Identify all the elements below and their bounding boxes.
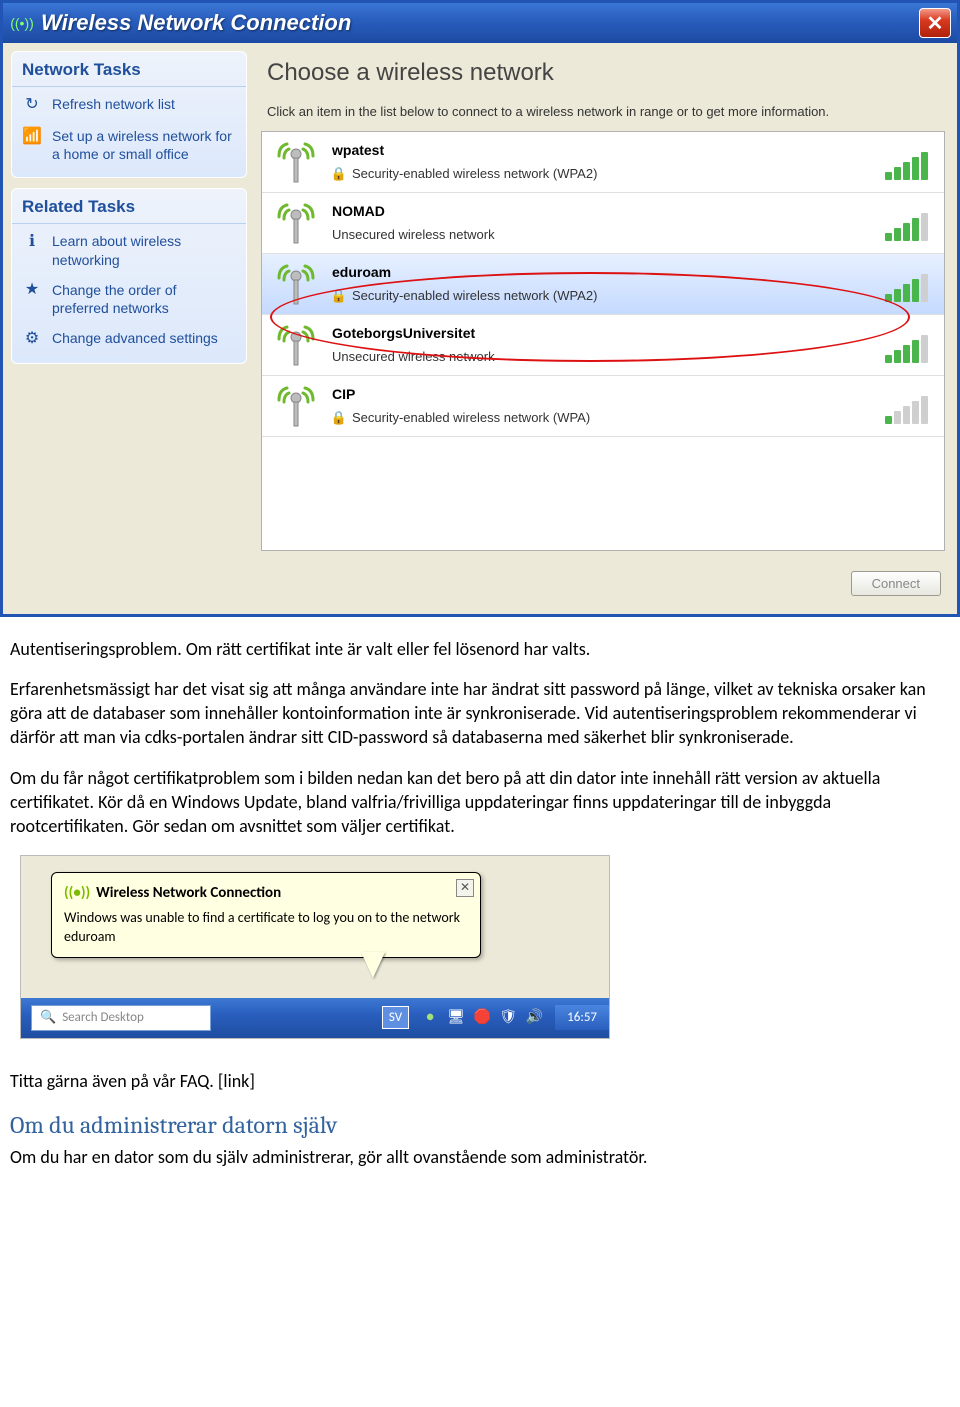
network-security: 🔒Security-enabled wireless network (WPA2… [332, 166, 866, 181]
instructions: Click an item in the list below to conne… [267, 103, 945, 121]
network-name: wpatest [332, 142, 866, 158]
related-task-2-label: Change advanced settings [52, 329, 218, 347]
network-row-wpatest[interactable]: wpatest 🔒Security-enabled wireless networ… [262, 132, 944, 193]
balloon-screenshot: ✕ ((•)) Wireless Network Connection Wind… [20, 855, 610, 1039]
network-task-0-label: Refresh network list [52, 95, 175, 113]
antenna-icon [270, 138, 322, 186]
related-task-1[interactable]: ★ Change the order of preferred networks [12, 273, 246, 321]
network-name: NOMAD [332, 203, 866, 219]
balloon-tooltip: ✕ ((•)) Wireless Network Connection Wind… [51, 872, 481, 958]
system-tray: ● 🖥 🛑 🛡 🔊 [409, 1009, 555, 1027]
antenna-icon [270, 382, 322, 430]
related-task-2[interactable]: ⚙ Change advanced settings [12, 321, 246, 353]
signal-strength-icon [876, 321, 936, 369]
network-tasks-panel: Network Tasks ↻ Refresh network list 📶 Set … [11, 51, 247, 178]
volume-tray-icon[interactable]: 🔊 [525, 1009, 543, 1027]
balloon-tail [361, 952, 385, 978]
close-button[interactable]: ✕ [919, 8, 951, 38]
network-name: GoteborgsUniversitet [332, 325, 866, 341]
network-row-cip[interactable]: CIP 🔒Security-enabled wireless network (W… [262, 376, 944, 437]
paragraph-admin: Om du har en dator som du själv administ… [10, 1145, 950, 1169]
network-security: Unsecured wireless network [332, 227, 866, 242]
network-name: eduroam [332, 264, 866, 280]
antenna-icon [270, 260, 322, 308]
network-tasks-header: Network Tasks [12, 52, 246, 87]
main-title: Choose a wireless network [267, 59, 945, 87]
shield-tray-icon[interactable]: 🛡 [499, 1009, 517, 1027]
wireless-window: ((•)) Wireless Network Connection ✕ Netw… [0, 0, 960, 617]
lock-icon: 🔒 [332, 167, 346, 181]
related-task-1-icon: ★ [22, 281, 42, 301]
balloon-text: Windows was unable to find a certificate… [64, 909, 468, 947]
signal-strength-icon [876, 382, 936, 430]
related-task-0-label: Learn about wireless networking [52, 232, 236, 268]
connect-button[interactable]: Connect [851, 571, 941, 596]
network-name: CIP [332, 386, 866, 402]
related-tasks-header: Related Tasks [12, 189, 246, 224]
main-panel: Choose a wireless network Click an item … [255, 43, 957, 614]
network-security: 🔒Security-enabled wireless network (WPA) [332, 410, 866, 425]
taskbar: 🔍 Search Desktop SV ● 🖥 🛑 🛡 🔊 16:57 [21, 998, 609, 1038]
lock-icon: 🔒 [332, 411, 346, 425]
network-row-nomad[interactable]: NOMAD Unsecured wireless network [262, 193, 944, 254]
balloon-close-icon[interactable]: ✕ [456, 879, 474, 897]
network-row-eduroam[interactable]: eduroam 🔒Security-enabled wireless networ… [262, 254, 944, 315]
network-row-goteborgsuniversitet[interactable]: GoteborgsUniversitet Unsecured wireless n… [262, 315, 944, 376]
network-task-1-icon: 📶 [22, 127, 42, 147]
network-task-0-icon: ↻ [22, 95, 42, 115]
network-task-1-label: Set up a wireless network for a home or … [52, 127, 236, 163]
paragraph-experience: Erfarenhetsmässigt har det visat sig att… [10, 677, 950, 750]
network-security: 🔒Security-enabled wireless network (WPA2… [332, 288, 866, 303]
related-tasks-panel: Related Tasks ℹ Learn about wireless netw… [11, 188, 247, 364]
paragraph-faq: Titta gärna även på vår FAQ. [link] [10, 1069, 950, 1093]
paragraph-auth-problem: Autentiseringsproblem. Om rätt certifika… [10, 637, 950, 661]
signal-strength-icon [876, 138, 936, 186]
wireless-tray-icon[interactable]: ● [421, 1009, 439, 1027]
signal-strength-icon [876, 199, 936, 247]
related-task-0-icon: ℹ [22, 232, 42, 252]
paragraph-cert-problem: Om du får något certifikatproblem som i … [10, 766, 950, 839]
taskbar-clock[interactable]: 16:57 [555, 1005, 609, 1031]
title-bar: ((•)) Wireless Network Connection ✕ [3, 3, 957, 43]
antenna-icon [270, 199, 322, 247]
balloon-title: Wireless Network Connection [96, 883, 281, 903]
related-task-1-label: Change the order of preferred networks [52, 281, 236, 317]
wireless-icon: ((•)) [64, 883, 90, 903]
lock-icon: 🔒 [332, 289, 346, 303]
antenna-icon [270, 321, 322, 369]
network-disconnected-icon[interactable]: 🛑 [473, 1009, 491, 1027]
network-security: Unsecured wireless network [332, 349, 866, 364]
section-heading-admin: Om du administrerar datorn själv [10, 1109, 950, 1141]
signal-strength-icon [876, 260, 936, 308]
related-task-0[interactable]: ℹ Learn about wireless networking [12, 224, 246, 272]
wireless-icon: ((•)) [9, 12, 35, 34]
sidebar: Network Tasks ↻ Refresh network list 📶 Set … [3, 43, 255, 614]
search-icon: 🔍 [40, 1009, 56, 1027]
network-tray-icon[interactable]: 🖥 [447, 1009, 465, 1027]
related-task-2-icon: ⚙ [22, 329, 42, 349]
language-badge[interactable]: SV [382, 1006, 409, 1030]
search-desktop-input[interactable]: 🔍 Search Desktop [31, 1005, 211, 1031]
network-task-1[interactable]: 📶 Set up a wireless network for a home or… [12, 119, 246, 167]
network-list[interactable]: wpatest 🔒Security-enabled wireless networ… [261, 131, 945, 551]
window-title: Wireless Network Connection [35, 10, 919, 36]
document-body: Autentiseringsproblem. Om rätt certifika… [0, 637, 960, 1216]
network-task-0[interactable]: ↻ Refresh network list [12, 87, 246, 119]
